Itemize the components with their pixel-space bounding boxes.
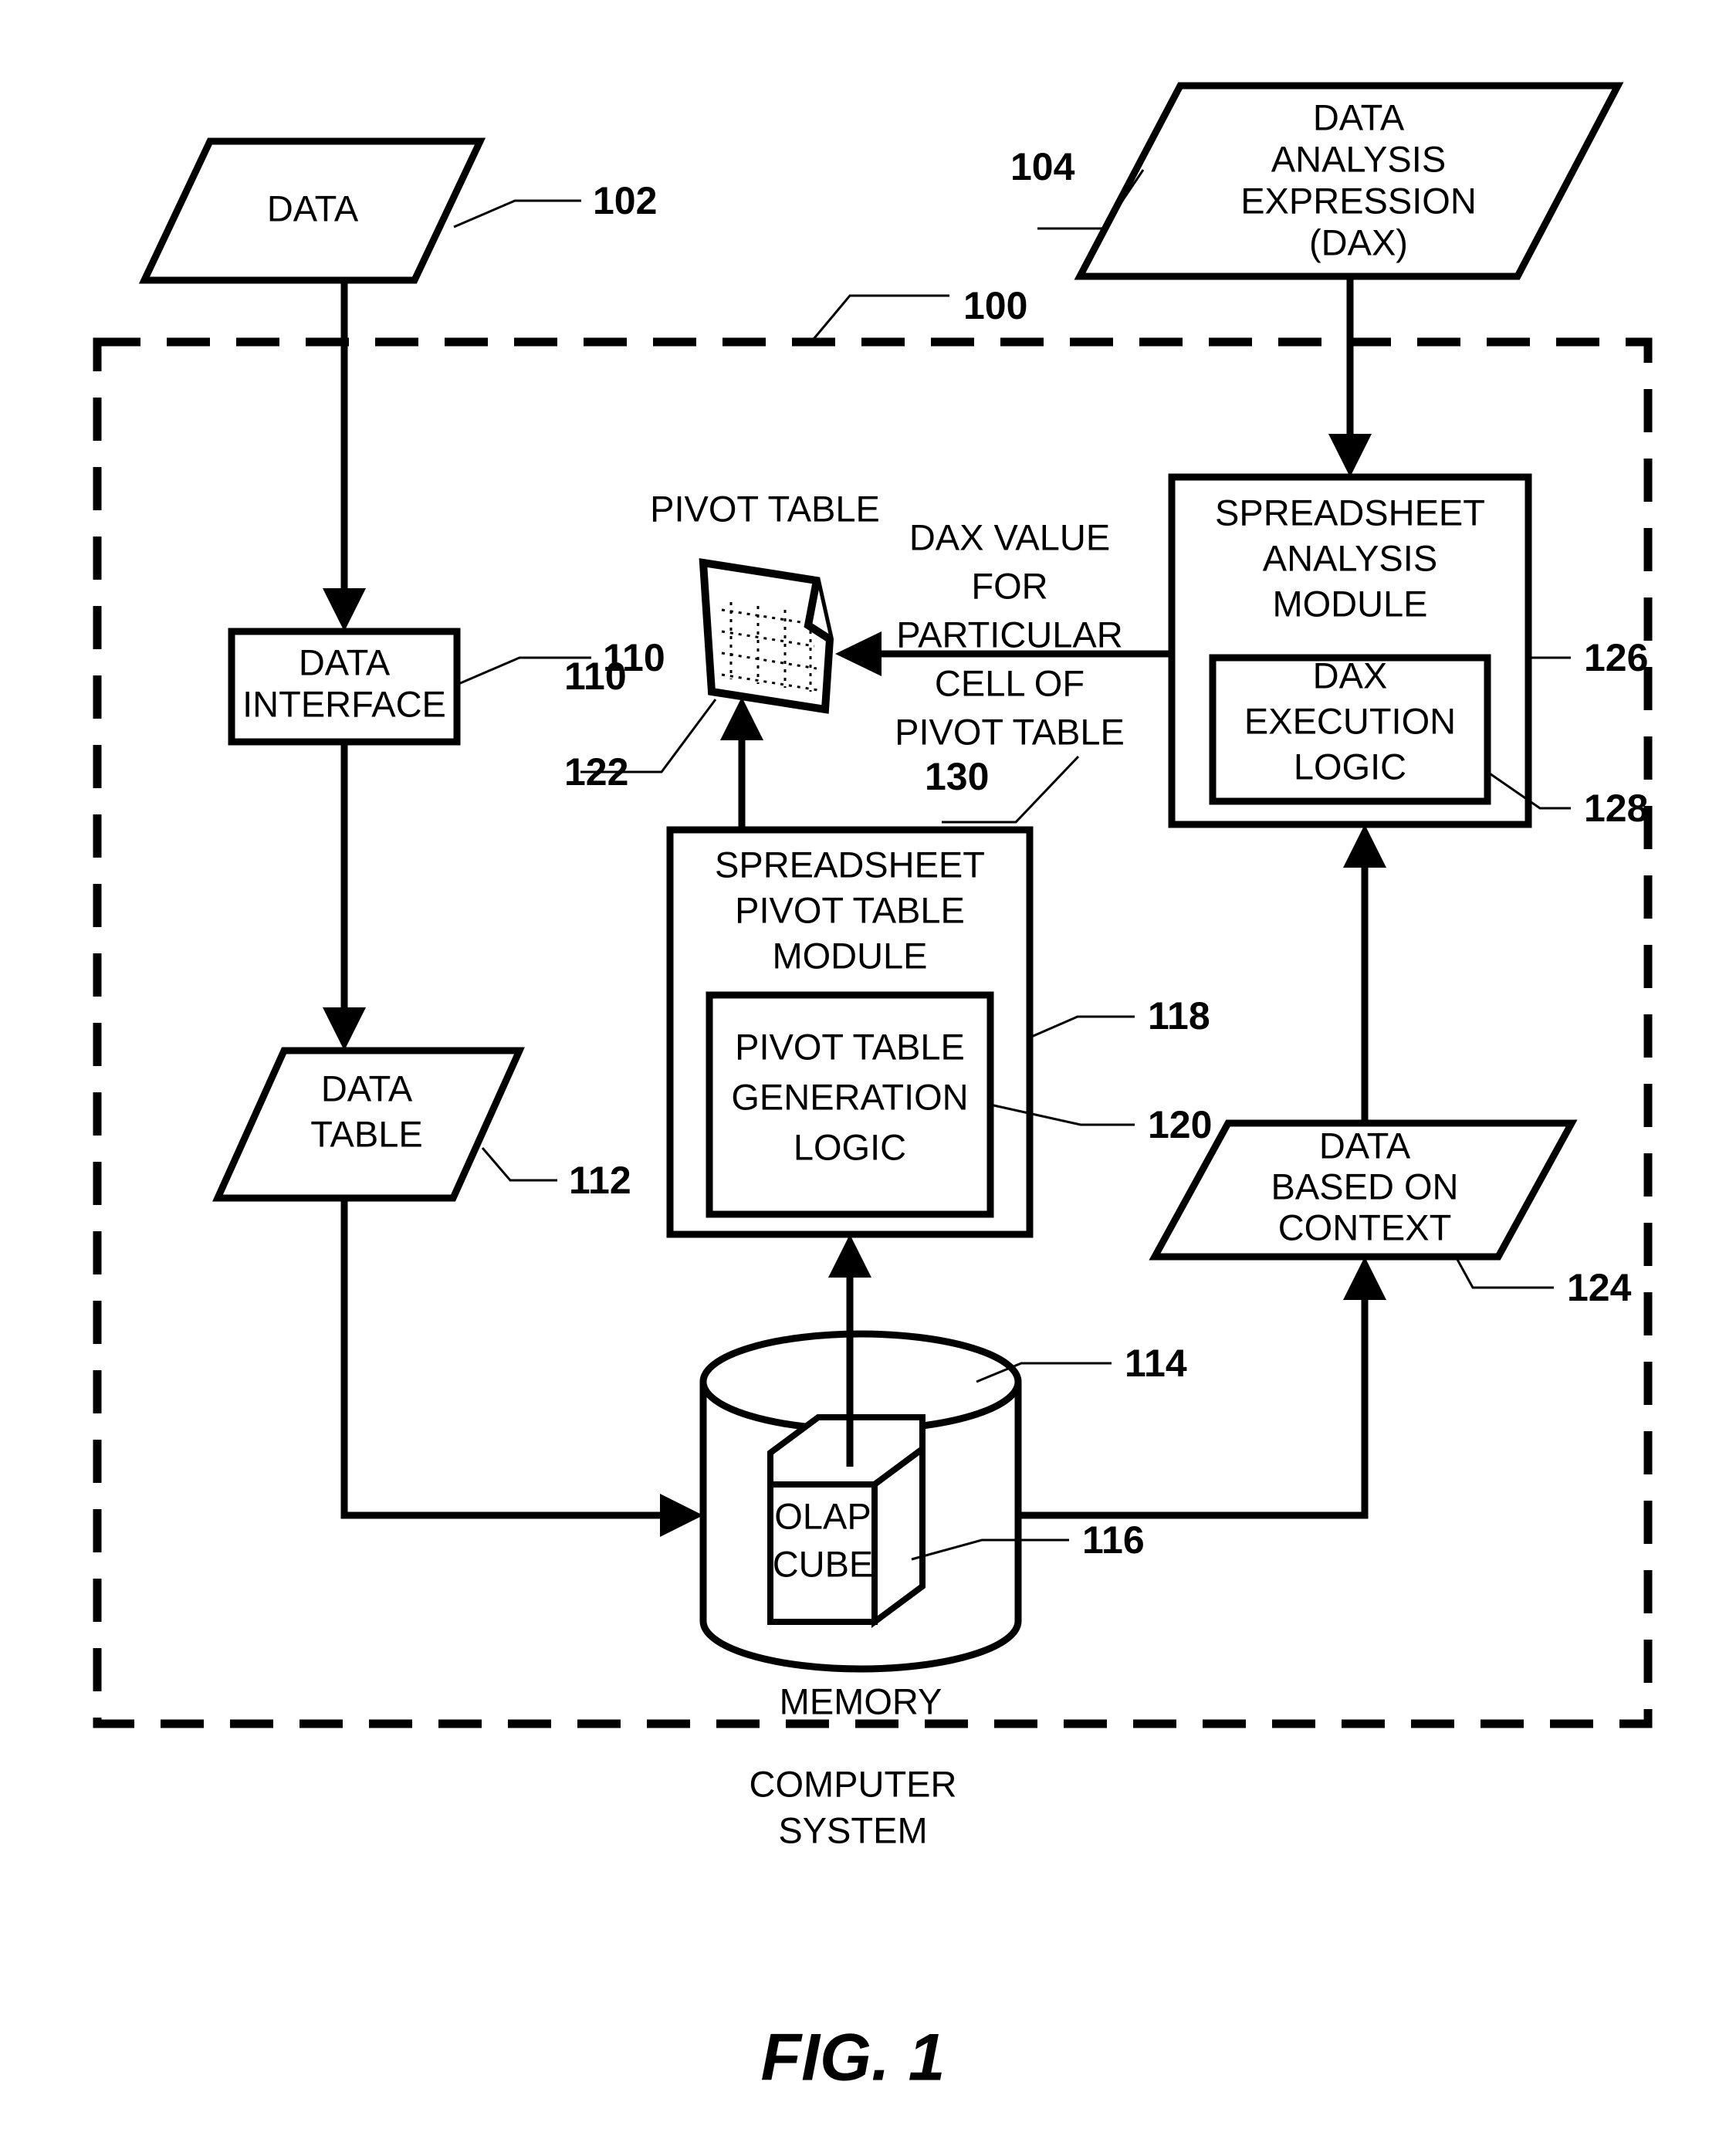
arrowhead-memory-to-pivot-module (828, 1234, 871, 1278)
arrow-data-table-to-memory (340, 1198, 679, 1519)
olap-cube-line1: OLAP (774, 1495, 871, 1536)
spreadsheet-analysis-module-line3: MODULE (1272, 583, 1427, 624)
data-input-leader (453, 199, 581, 228)
data-interface-label-line1: DATA (299, 641, 391, 682)
figure-canvas: DATA 102 DATA ANALYSIS EXPRESSION (DAX) … (93, 82, 1653, 2095)
arrowhead-pivot-module-to-pivot-table (720, 697, 763, 740)
ref-112: 112 (569, 1159, 631, 1202)
arrowhead-memory-to-context-data (1343, 1257, 1386, 1300)
data-based-on-context-line2: BASED ON (1271, 1166, 1459, 1207)
spreadsheet-pivot-table-module-leader (1029, 1015, 1135, 1039)
ref-118: 118 (1148, 994, 1210, 1037)
dax-value-flow-line1: DAX VALUE (909, 516, 1110, 557)
ref-120: 120 (1148, 1103, 1212, 1146)
spreadsheet-pivot-table-module-line3: MODULE (772, 935, 927, 976)
dax-value-flow-line2: FOR (971, 565, 1047, 606)
data-table-leader (481, 1147, 557, 1182)
dax-value-flow-line3: PARTICULAR (896, 614, 1122, 655)
ref-130: 130 (925, 755, 989, 798)
data-interface-label-line2: INTERFACE (242, 683, 446, 724)
pivot-table-generation-logic-line2: GENERATION (731, 1076, 968, 1117)
ref-114: 114 (1125, 1342, 1187, 1385)
data-based-on-context-line3: CONTEXT (1278, 1207, 1452, 1247)
ref-100: 100 (963, 284, 1027, 327)
pivot-table-generation-logic-line1: PIVOT TABLE (735, 1026, 965, 1067)
computer-system-label-line1: COMPUTER (750, 1763, 957, 1804)
ref-102: 102 (593, 179, 657, 222)
computer-system-label-line2: SYSTEM (778, 1809, 927, 1850)
spreadsheet-pivot-table-module-line1: SPREADSHEET (715, 844, 985, 885)
data-based-on-context-line1: DATA (1319, 1125, 1411, 1166)
data-input-label: DATA (267, 188, 359, 228)
dax-execution-logic-line2: EXECUTION (1244, 700, 1456, 741)
data-table-label-line2: TABLE (310, 1113, 422, 1154)
arrowhead-interface-to-data-table (323, 1007, 366, 1051)
patent-figure-1: DATA 102 DATA ANALYSIS EXPRESSION (DAX) … (0, 0, 1736, 2146)
boundary-leader-line (809, 294, 949, 344)
dax-input-label-line4: (DAX) (1309, 222, 1408, 262)
arrowhead-data-to-interface (323, 588, 366, 631)
data-based-on-context-leader (1454, 1256, 1554, 1289)
ref-122: 122 (564, 750, 628, 794)
ref-116: 116 (1082, 1518, 1145, 1562)
dax-value-flow-line5: PIVOT TABLE (895, 711, 1125, 752)
dax-input-label-line2: ANALYSIS (1271, 138, 1446, 179)
pivot-table-generation-logic-line3: LOGIC (794, 1126, 906, 1167)
dax-input-label-line1: DATA (1313, 96, 1405, 137)
memory-label: MEMORY (780, 1681, 942, 1721)
arrowhead-context-data-to-analysis-module (1343, 824, 1386, 868)
figure-caption: FIG. 1 (761, 2021, 946, 2095)
arrowhead-dax-to-analysis-module (1328, 434, 1372, 477)
ref-126: 126 (1584, 636, 1648, 679)
olap-cube-line2: CUBE (773, 1543, 874, 1584)
dax-execution-logic-line1: DAX (1313, 655, 1388, 696)
dax-execution-logic-line3: LOGIC (1294, 746, 1406, 787)
arrowhead-analysis-module-to-pivot-table (835, 631, 882, 676)
data-table-label-line1: DATA (321, 1068, 413, 1109)
ref-110-pivot: 110 (564, 655, 627, 698)
arrow-memory-to-context-data (1018, 1278, 1369, 1519)
pivot-table-title: PIVOT TABLE (650, 488, 880, 529)
spreadsheet-pivot-table-module-line2: PIVOT TABLE (735, 889, 965, 930)
dax-input-label-line3: EXPRESSION (1240, 180, 1477, 221)
spreadsheet-analysis-module-line2: ANALYSIS (1263, 537, 1437, 578)
dax-value-flow-line4: CELL OF (935, 662, 1085, 703)
ref-124: 124 (1567, 1266, 1632, 1309)
arrowhead-data-table-to-memory (660, 1494, 703, 1537)
ref-104: 104 (1010, 145, 1075, 188)
spreadsheet-analysis-module-line1: SPREADSHEET (1215, 492, 1485, 533)
pivot-table-document (699, 558, 834, 714)
ref-128: 128 (1584, 787, 1648, 830)
